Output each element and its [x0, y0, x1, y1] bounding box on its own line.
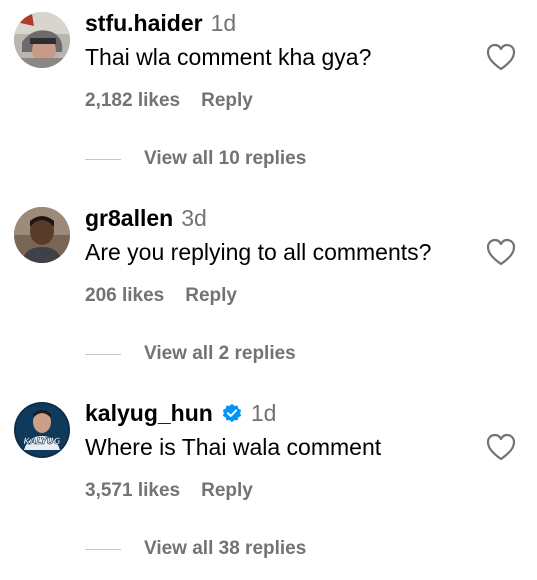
username[interactable]: gr8allen [85, 203, 173, 233]
comment-item: gr8allen 3d Are you replying to all comm… [0, 195, 537, 385]
view-replies-button[interactable]: View all 38 replies [85, 536, 306, 562]
replies-divider [85, 353, 121, 355]
avatar[interactable] [14, 12, 70, 68]
comments-list: stfu.haider 1d Thai wla comment kha gya?… [0, 0, 537, 575]
like-count[interactable]: 206 likes [85, 283, 164, 309]
view-replies-label: View all 2 replies [144, 343, 296, 364]
comment-item: KALYUG kalyug_hun 1d Where is Thai wala … [0, 390, 537, 580]
avatar-photo [14, 207, 70, 263]
comment-meta: 2,182 likes Reply [85, 88, 253, 114]
comment-item: stfu.haider 1d Thai wla comment kha gya?… [0, 0, 537, 190]
reply-button[interactable]: Reply [201, 478, 253, 504]
like-button[interactable] [486, 43, 516, 71]
replies-divider [85, 548, 121, 550]
comment-meta: 206 likes Reply [85, 283, 237, 309]
view-replies-button[interactable]: View all 2 replies [85, 341, 296, 367]
comment-header: stfu.haider 1d [85, 8, 236, 38]
avatar-photo [14, 12, 70, 68]
timestamp: 1d [210, 10, 237, 36]
like-button[interactable] [486, 433, 516, 461]
view-replies-label: View all 10 replies [144, 148, 307, 169]
reply-button[interactable]: Reply [201, 88, 253, 114]
avatar[interactable]: KALYUG [14, 402, 70, 458]
avatar-text: KALYUG [23, 437, 60, 447]
view-replies-label: View all 38 replies [144, 538, 307, 559]
comment-header: gr8allen 3d [85, 203, 207, 233]
avatar-logo: KALYUG [14, 402, 70, 458]
heart-icon [486, 43, 516, 71]
verified-badge-icon [221, 402, 243, 424]
comment-text: Where is Thai wala comment [85, 434, 382, 460]
like-count[interactable]: 2,182 likes [85, 88, 180, 114]
heart-icon [486, 433, 516, 461]
reply-button[interactable]: Reply [185, 283, 237, 309]
comment-header: kalyug_hun 1d [85, 398, 276, 428]
comment-meta: 3,571 likes Reply [85, 478, 253, 504]
username[interactable]: kalyug_hun [85, 398, 213, 428]
timestamp: 3d [181, 205, 207, 231]
timestamp: 1d [250, 400, 277, 426]
like-button[interactable] [486, 238, 516, 266]
comment-text: Thai wla comment kha gya? [85, 44, 372, 70]
avatar[interactable] [14, 207, 70, 263]
heart-icon [486, 238, 516, 266]
comment-text: Are you replying to all comments? [85, 239, 432, 265]
replies-divider [85, 158, 121, 160]
view-replies-button[interactable]: View all 10 replies [85, 146, 306, 172]
like-count[interactable]: 3,571 likes [85, 478, 180, 504]
username[interactable]: stfu.haider [85, 8, 203, 38]
